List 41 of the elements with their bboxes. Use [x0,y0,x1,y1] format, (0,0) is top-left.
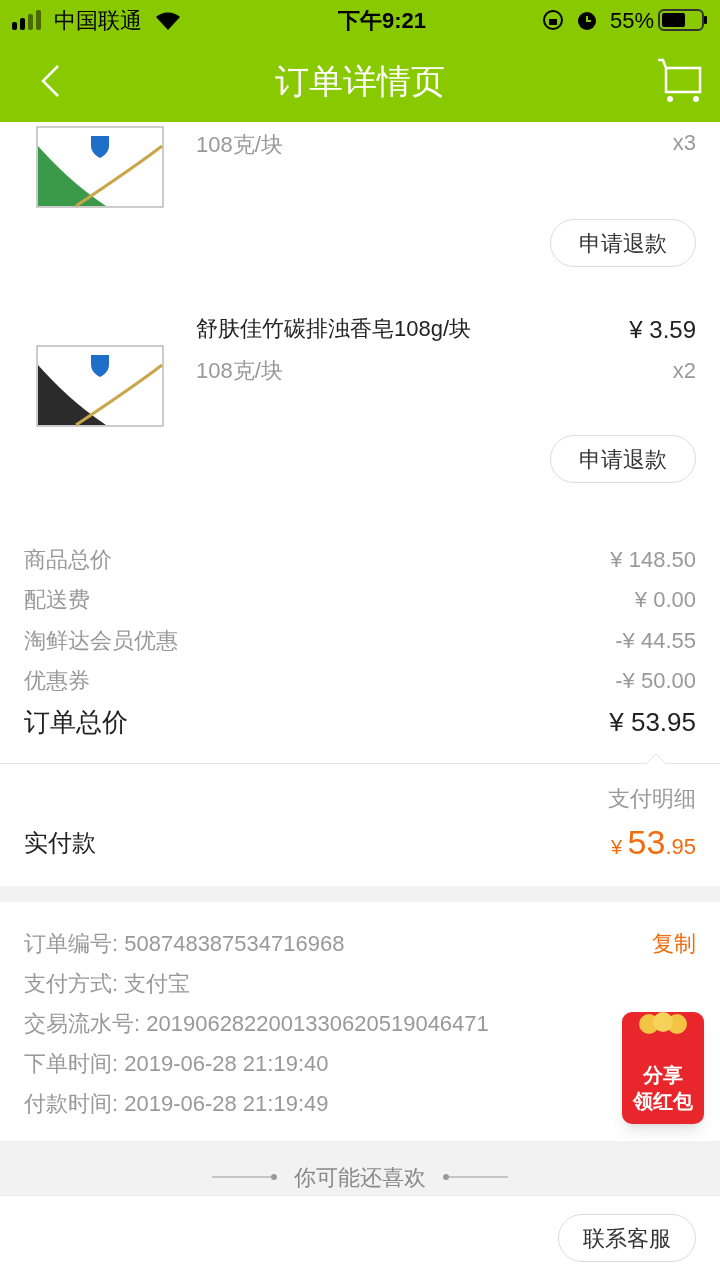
rotation-lock-icon [541,9,564,31]
summary-label: 淘鲜达会员优惠 [24,626,178,655]
product-name: 舒肤佳竹碳排浊香皂108g/块 [196,315,472,343]
refund-button[interactable]: 申请退款 [550,435,696,483]
carrier-name: 中国联通 [54,6,142,35]
summary-value: ¥ 148.50 [610,545,696,574]
order-info-text: 付款时间: 2019-06-28 21:19:49 [24,1090,329,1118]
back-icon[interactable] [40,64,60,98]
paid-amount: ¥ 53.95 [610,822,696,863]
paid-label: 实付款 [24,827,96,858]
clock-time: 下午9:21 [336,6,426,35]
summary-label: 商品总价 [24,545,112,574]
summary-value: -¥ 50.00 [615,667,696,696]
battery-percent: 55% [609,6,654,35]
order-info-text: 交易流水号: 2019062822001330620519046471 [24,1010,489,1038]
summary-label: 配送费 [24,586,90,615]
order-info-text: 订单编号: 508748387534716968 [24,930,345,958]
total-value: ¥ 53.95 [609,705,696,739]
refund-button[interactable]: 申请退款 [550,219,696,267]
divider-dot-line-icon [442,1173,508,1181]
wifi-icon [154,10,182,30]
alarm-icon [575,9,598,31]
battery-icon [658,9,708,31]
share-packet-button[interactable]: 分享 领红包 [622,1012,704,1124]
contact-service-button[interactable]: 联系客服 [558,1214,696,1262]
recommend-title: 你可能还喜欢 [294,1164,426,1192]
product-price: ¥ 3.59 [629,315,696,345]
product-spec: 108克/块 [196,357,283,385]
cart-icon[interactable] [656,57,704,105]
summary-label: 优惠券 [24,667,90,696]
total-label: 订单总价 [24,705,128,739]
product-quantity: x3 [672,129,696,157]
product-spec: 108克/块 [196,131,283,159]
product-quantity: x2 [672,357,696,385]
order-info-text: 支付方式: 支付宝 [24,970,191,998]
order-info-text: 下单时间: 2019-06-28 21:19:40 [24,1050,329,1078]
divider-dot-line-icon [212,1173,278,1181]
summary-value: -¥ 44.55 [615,626,696,655]
page-title: 订单详情页 [275,60,445,102]
summary-value: ¥ 0.00 [634,586,696,615]
share-packet-text: 分享 领红包 [633,1063,693,1114]
